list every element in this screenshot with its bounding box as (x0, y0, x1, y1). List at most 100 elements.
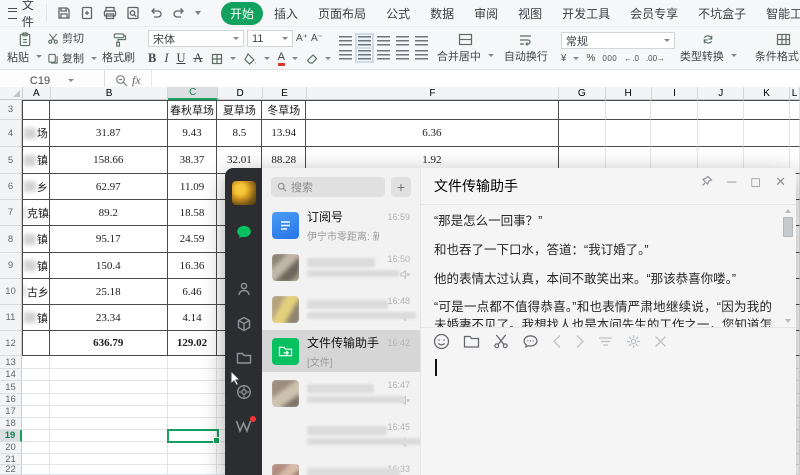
cell-A16[interactable] (22, 394, 50, 406)
cell-B11[interactable]: 23.34 (50, 305, 168, 331)
cell-B3[interactable] (50, 100, 168, 120)
cell-I4[interactable] (651, 120, 698, 147)
cell-C22[interactable] (168, 465, 218, 475)
cell-C14[interactable] (168, 369, 218, 381)
decrease-decimal-button[interactable]: ←.0 (624, 54, 639, 63)
cell-A7[interactable]: 克镇 (22, 200, 50, 226)
cell-A4[interactable]: 场 (22, 120, 50, 147)
row-header-19[interactable]: 19 (0, 430, 22, 442)
cell-B14[interactable] (50, 369, 168, 381)
file-icon[interactable] (463, 334, 480, 349)
column-header-B[interactable]: B (51, 87, 169, 100)
cell-A14[interactable] (22, 369, 50, 381)
cell-A9[interactable]: 镇 (22, 253, 50, 279)
moments-icon[interactable] (236, 384, 252, 400)
conditional-format-button[interactable]: 条件格式 (750, 29, 800, 67)
column-header-G[interactable]: G (559, 87, 606, 100)
tab-2[interactable]: 插入 (265, 2, 307, 25)
cell-B21[interactable] (50, 454, 168, 465)
row-header-15[interactable]: 15 (0, 381, 22, 394)
column-header-A[interactable]: A (23, 87, 51, 100)
cell-J4[interactable] (698, 120, 744, 147)
cell-B12[interactable]: 636.79 (50, 331, 168, 356)
tab-5[interactable]: 数据 (421, 2, 463, 25)
message-area[interactable]: “那是怎么一回事？”和也吞了一下口水，答道：“我订婚了。”他的表情太过认真，本间… (421, 205, 796, 327)
align-center-icon[interactable] (358, 50, 371, 60)
cell-G4[interactable] (559, 120, 606, 147)
font-name-select[interactable]: 宋体 (148, 30, 244, 47)
cell-K3[interactable] (744, 100, 790, 120)
row-header-7[interactable]: 7 (0, 200, 22, 226)
underline-button[interactable]: U (177, 51, 186, 66)
cell-C7[interactable]: 18.58 (168, 200, 218, 226)
row-header-17[interactable]: 17 (0, 406, 22, 418)
new-chat-button[interactable]: + (391, 177, 411, 197)
cell-C4[interactable]: 9.43 (168, 120, 218, 147)
select-all-corner[interactable] (0, 87, 23, 100)
close-icon[interactable]: ✕ (775, 175, 786, 188)
cell-A13[interactable] (22, 356, 50, 369)
file-menu[interactable]: 文件 (6, 4, 47, 22)
user-avatar[interactable] (232, 181, 256, 205)
number-format-select[interactable]: 常规 (561, 32, 675, 49)
cell-A19[interactable] (22, 430, 50, 442)
column-header-L[interactable]: L (790, 87, 800, 100)
copy-button[interactable]: 复制 (47, 50, 97, 66)
cell-K4[interactable] (744, 120, 790, 147)
scroll-down-icon[interactable] (785, 319, 791, 323)
italic-button[interactable]: I (164, 51, 168, 66)
cell-B4[interactable]: 31.87 (50, 120, 168, 147)
distributed-icon[interactable] (415, 50, 428, 60)
cell-L3[interactable] (790, 100, 800, 120)
channels-icon[interactable] (235, 419, 252, 433)
fill-color-button[interactable] (244, 53, 270, 65)
selected-cell-C19[interactable] (167, 429, 219, 443)
undo-icon[interactable] (149, 6, 163, 20)
merge-center-button[interactable]: 合并居中 (432, 33, 499, 64)
chat-list-item-redacted-2[interactable]: 16:48 (262, 288, 420, 330)
cell-A8[interactable]: 镇 (22, 226, 50, 253)
cell-B9[interactable]: 150.4 (50, 253, 168, 279)
chat-list-item-订阅号[interactable]: 订阅号伊宁市零距离: 新疆19个…16:59 (262, 204, 420, 246)
cell-B22[interactable] (50, 465, 168, 475)
chat-list-item-redacted-1[interactable]: 16:50 (262, 246, 420, 288)
cell-C5[interactable]: 38.37 (168, 147, 218, 174)
angle-left-icon[interactable] (552, 334, 562, 349)
cell-A5[interactable]: 镇 (22, 147, 50, 174)
cell-B16[interactable] (50, 394, 168, 406)
row-header-20[interactable]: 20 (0, 442, 22, 454)
cell-G3[interactable] (559, 100, 606, 120)
decrease-indent-icon[interactable] (396, 36, 409, 46)
cell-C13[interactable] (168, 356, 218, 369)
row-header-22[interactable]: 22 (0, 465, 22, 475)
cell-C17[interactable] (168, 406, 218, 418)
row-header-12[interactable]: 12 (0, 331, 22, 356)
wrap-text-button[interactable]: 自动换行 (499, 33, 553, 64)
row-header-10[interactable]: 10 (0, 279, 22, 305)
row-header-4[interactable]: 4 (0, 120, 22, 147)
cell-A21[interactable] (22, 454, 50, 465)
more-commands-icon[interactable] (195, 11, 201, 15)
export-icon[interactable] (80, 6, 94, 20)
wechat-search-input[interactable]: 搜索 (271, 177, 385, 197)
cell-B13[interactable] (50, 356, 168, 369)
cell-D4[interactable]: 8.5 (217, 120, 262, 147)
cell-A15[interactable] (22, 381, 50, 394)
cell-A20[interactable] (22, 442, 50, 454)
scroll-up-icon[interactable] (785, 209, 791, 213)
eraser-button[interactable] (306, 53, 331, 65)
save-icon[interactable] (57, 6, 71, 20)
column-header-H[interactable]: H (606, 87, 652, 100)
screenshot-icon[interactable] (493, 334, 509, 349)
cell-B19[interactable] (50, 430, 168, 442)
cell-B7[interactable]: 89.2 (50, 200, 168, 226)
align-left-icon[interactable] (339, 50, 352, 60)
zoom-icon[interactable] (115, 74, 128, 87)
cell-C12[interactable]: 129.02 (168, 331, 218, 356)
cell-B5[interactable]: 158.66 (50, 147, 168, 174)
chat-list-item-redacted-6[interactable]: 16:33 (262, 456, 420, 475)
flower-icon[interactable] (626, 334, 641, 349)
row-header-14[interactable]: 14 (0, 369, 22, 381)
cell-C3[interactable]: 春秋草场 (168, 100, 218, 120)
cell-B8[interactable]: 95.17 (50, 226, 168, 253)
